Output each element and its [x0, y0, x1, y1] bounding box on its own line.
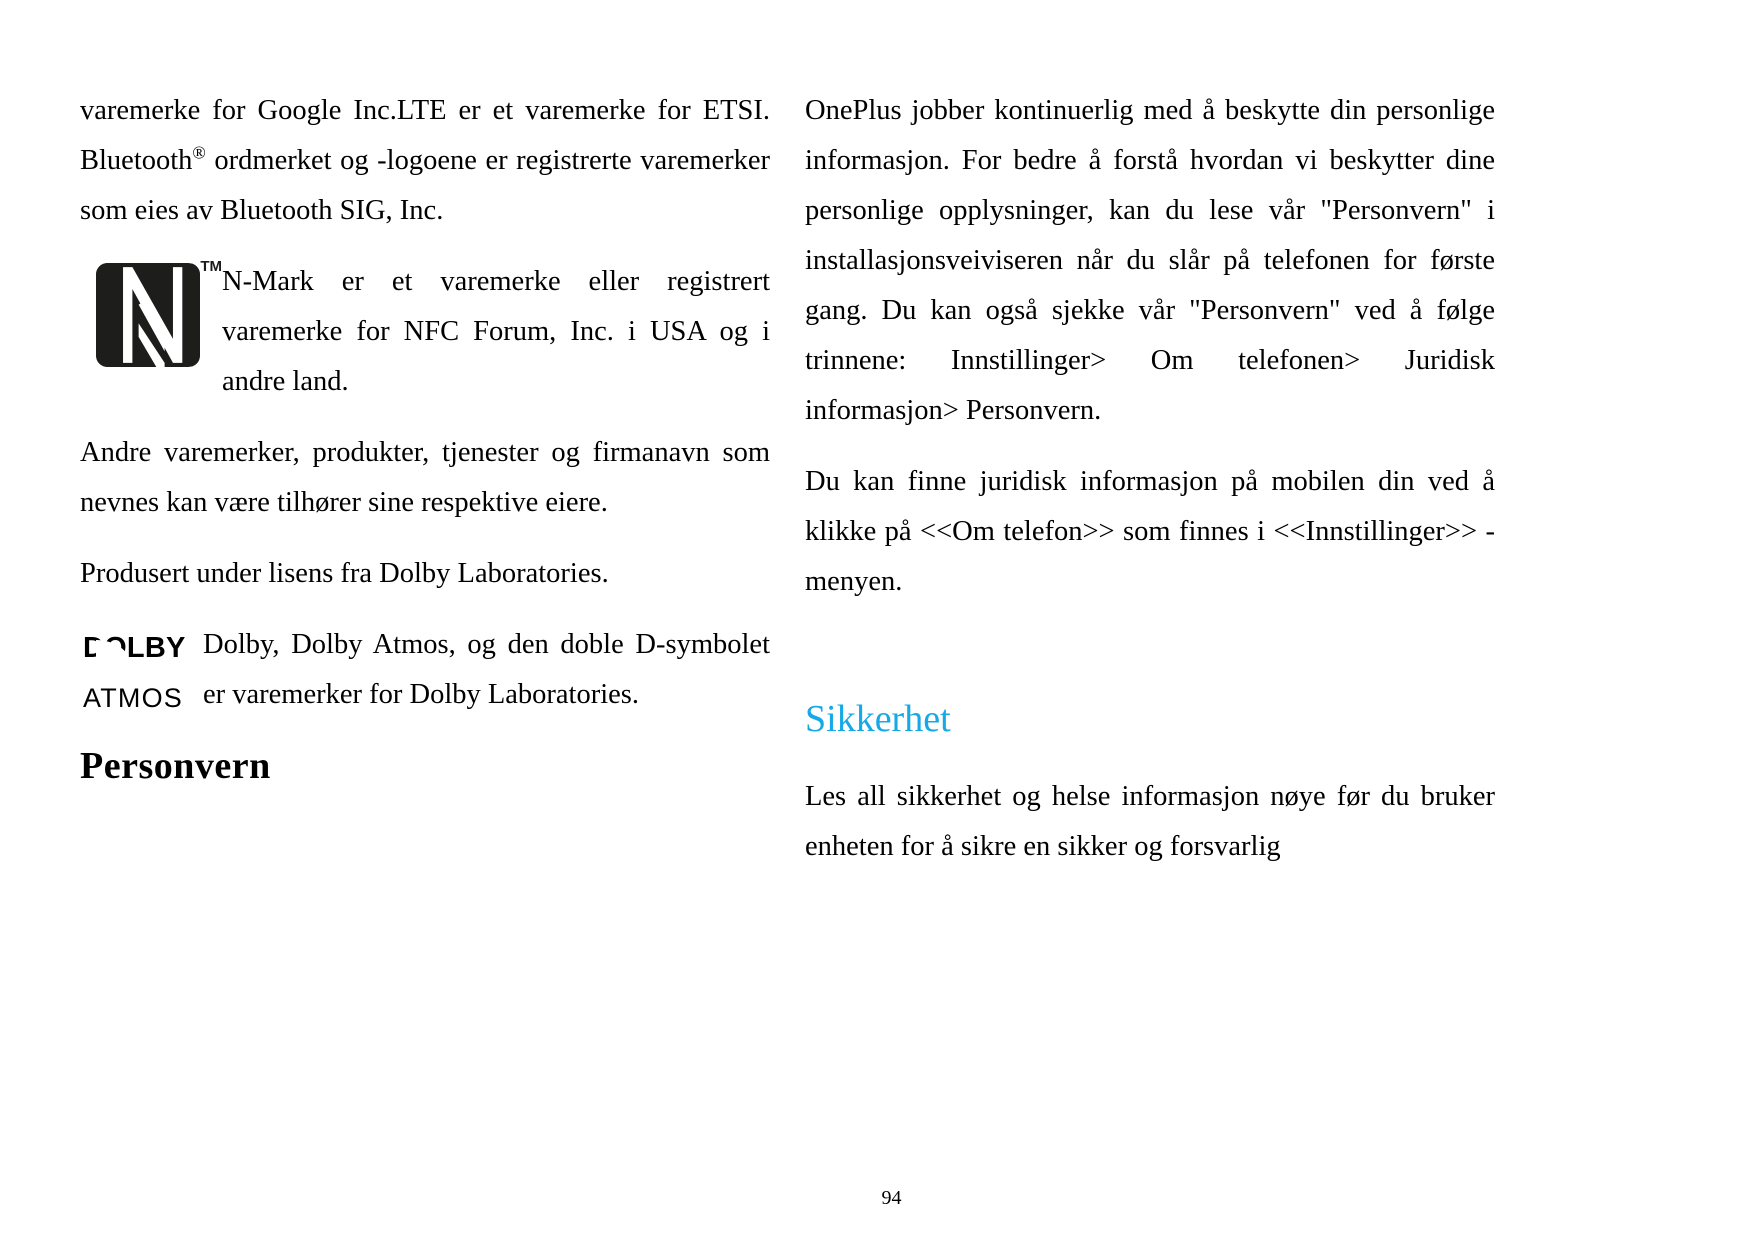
left-text-column: varemerke for Google Inc.LTE er et varem…: [36, 86, 770, 791]
heading-sikkerhet: Sikkerhet: [805, 698, 951, 740]
paragraph-dolby-license: Produsert under lisens fra Dolby Laborat…: [80, 558, 609, 589]
dolby-paragraph-text: Dolby, Dolby Atmos, og den doble D-symbo…: [203, 629, 770, 710]
dolby-logo-wrapper: DOLBY ATMOS: [36, 624, 191, 724]
registered-trademark-symbol: ®: [192, 142, 206, 163]
paragraph-other-trademarks: Andre varemerker, produkter, tjenester o…: [80, 437, 770, 518]
document-page: varemerke for Google Inc.LTE er et varem…: [0, 0, 1755, 1240]
nmark-trademark-symbol: TM: [200, 258, 222, 275]
heading-personvern: Personvern: [80, 745, 271, 787]
heading-gap: [805, 744, 1495, 772]
page-number: 94: [881, 1187, 902, 1209]
right-text-column: OnePlus jobber kontinuerlig med å beskyt…: [805, 86, 1495, 872]
paragraph-legal-information: Du kan finne juridisk informasjon på mob…: [805, 466, 1495, 597]
nfc-n-mark-icon: [96, 263, 200, 367]
paragraph-dolby-trademark: DOLBY ATMOS Dolby, Dolby Atmos, og den d…: [36, 620, 770, 720]
nmark-logo-wrapper: TM: [96, 259, 222, 375]
paragraph-trademark-bluetooth: varemerke for Google Inc.LTE er et varem…: [80, 86, 770, 236]
paragraph-privacy-policy: OnePlus jobber kontinuerlig med å beskyt…: [805, 95, 1495, 426]
paragraph-safety-intro: Les all sikkerhet og helse informasjon n…: [805, 781, 1495, 862]
nmark-paragraph-text: N-Mark er et varemerke eller registrert …: [222, 266, 770, 397]
paragraph-nmark: TM N-Mark er et varemerke eller registre…: [80, 257, 770, 407]
